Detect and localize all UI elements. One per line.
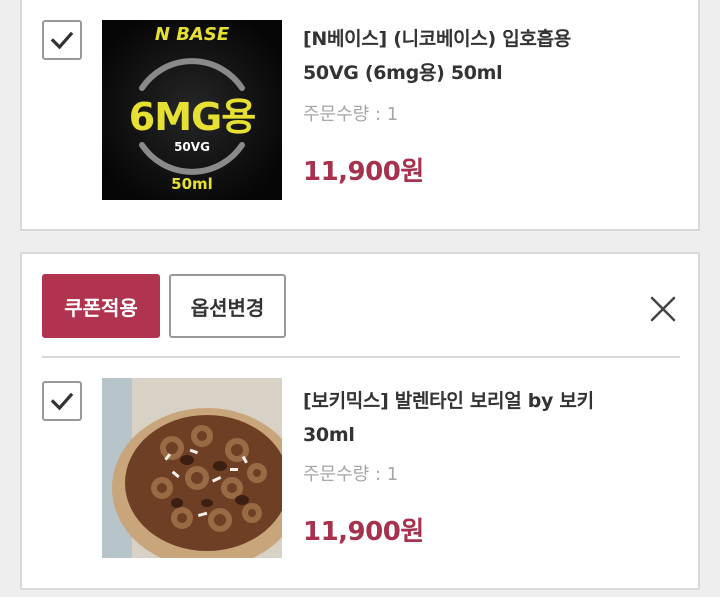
thumb-brand: N BASE bbox=[154, 24, 230, 45]
checkmark-icon bbox=[50, 31, 74, 50]
change-option-button[interactable]: 옵션변경 bbox=[169, 274, 286, 338]
product-name-line2: 50VG (6mg용) 50ml bbox=[303, 62, 503, 84]
product-name[interactable]: [보키믹스] 발렌타인 보리얼 by 보키 30ml bbox=[303, 384, 683, 452]
cart-item-card: N BASE 6MG용 50VG 50ml [N베이스] (니코베이스) 입호흡… bbox=[20, 0, 700, 231]
order-quantity: 주문수량 : 1 bbox=[303, 104, 399, 125]
item-checkbox[interactable] bbox=[42, 20, 82, 60]
thumb-vg: 50VG bbox=[174, 140, 210, 154]
checkmark-icon bbox=[50, 392, 74, 411]
product-name[interactable]: [N베이스] (니코베이스) 입호흡용 50VG (6mg용) 50ml bbox=[303, 22, 683, 90]
cereal-bowl-image bbox=[102, 378, 282, 558]
product-name-line2: 30ml bbox=[303, 424, 355, 446]
thumb-volume: 50ml bbox=[171, 175, 213, 193]
product-thumbnail[interactable]: N BASE 6MG용 50VG 50ml bbox=[102, 20, 282, 200]
apply-coupon-button[interactable]: 쿠폰적용 bbox=[42, 274, 160, 338]
close-icon[interactable] bbox=[648, 294, 678, 324]
item-checkbox[interactable] bbox=[42, 381, 82, 421]
product-price: 11,900원 bbox=[303, 157, 424, 187]
product-name-line1: [N베이스] (니코베이스) 입호흡용 bbox=[303, 28, 571, 50]
cart-item-card: 쿠폰적용 옵션변경 [보키믹스] 발렌타인 보리얼 by 보키 30ml 주문수… bbox=[20, 252, 700, 590]
thumb-strength: 6MG용 bbox=[128, 95, 256, 139]
product-thumbnail[interactable] bbox=[102, 378, 282, 558]
product-price: 11,900원 bbox=[303, 517, 424, 547]
divider bbox=[42, 356, 680, 358]
product-name-line1: [보키믹스] 발렌타인 보리얼 by 보키 bbox=[303, 390, 594, 412]
order-quantity: 주문수량 : 1 bbox=[303, 464, 399, 485]
